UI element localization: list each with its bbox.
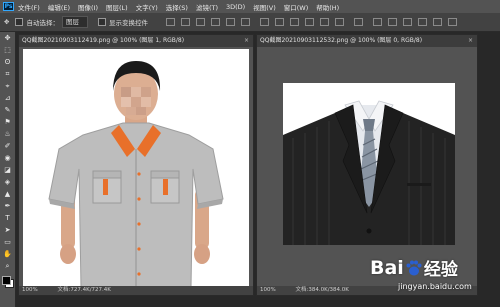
baidu-jingyan-text: 经验 <box>423 260 458 280</box>
photoshop-logo-icon: Ps <box>3 2 14 11</box>
3d-pan-icon[interactable] <box>417 18 427 26</box>
menu-help[interactable]: 帮助(H) <box>316 2 339 12</box>
auto-select-checkbox[interactable] <box>15 18 24 26</box>
document-size-info: 文档:384.0K/384.0K <box>295 287 349 293</box>
history-brush-tool-icon[interactable]: ✐ <box>0 140 15 152</box>
document-title: QQ截图20210903112419.png @ 100% (图层 1, RGB… <box>22 37 185 44</box>
menu-window[interactable]: 窗口(W) <box>284 2 309 12</box>
lasso-tool-icon[interactable]: ʘ <box>0 56 15 68</box>
distribute-left-icon[interactable] <box>304 18 314 26</box>
distribute-top-icon[interactable] <box>259 18 269 26</box>
auto-select-option[interactable]: 自动选择： 图层 <box>15 16 88 28</box>
transform-controls-option[interactable]: 显示变换控件 <box>97 17 148 27</box>
dodge-tool-icon[interactable]: ▲ <box>0 188 15 200</box>
clone-stamp-tool-icon[interactable]: ♨ <box>0 128 15 140</box>
align-right-icon[interactable] <box>240 18 250 26</box>
baidu-paw-icon <box>405 259 423 277</box>
auto-align-icon[interactable] <box>353 18 363 26</box>
zoom-tool-icon[interactable]: ⌕ <box>0 260 15 272</box>
align-middle-icon[interactable] <box>180 18 190 26</box>
rectangle-tool-icon[interactable]: ▭ <box>0 236 15 248</box>
move-tool-icon[interactable]: ✥ <box>0 32 15 44</box>
distribute-bottom-icon[interactable] <box>289 18 299 26</box>
baidu-jingyan-watermark: Bai 经验 jingyan.baidu.com <box>370 255 495 305</box>
menu-bar: Ps 文件(F) 编辑(E) 图像(I) 图层(L) 文字(Y) 选择(S) 滤… <box>0 0 500 13</box>
menu-type[interactable]: 文字(Y) <box>136 2 158 12</box>
type-tool-icon[interactable]: T <box>0 212 15 224</box>
menu-3d[interactable]: 3D(D) <box>226 3 245 11</box>
3d-slide-icon[interactable] <box>432 18 442 26</box>
menu-view[interactable]: 视图(V) <box>253 2 276 12</box>
distribute-center-icon[interactable] <box>319 18 329 26</box>
canvas-2[interactable] <box>283 83 455 245</box>
baidu-brand-text: Bai <box>370 256 404 279</box>
zoom-level[interactable]: 100% <box>260 287 276 293</box>
menu-filter[interactable]: 滤镜(T) <box>196 2 218 12</box>
quick-select-tool-icon[interactable]: ⌗ <box>0 68 15 80</box>
transform-controls-checkbox[interactable] <box>97 18 106 26</box>
hand-tool-icon[interactable]: ✋ <box>0 248 15 260</box>
suit-photo <box>283 100 455 245</box>
align-left-icon[interactable] <box>210 18 220 26</box>
marquee-tool-icon[interactable]: ⬚ <box>0 44 15 56</box>
document-tab-1[interactable]: QQ截图20210903112419.png @ 100% (图层 1, RGB… <box>19 35 253 47</box>
align-bottom-icon[interactable] <box>195 18 205 26</box>
path-select-tool-icon[interactable]: ➤ <box>0 224 15 236</box>
blur-tool-icon[interactable]: ◈ <box>0 176 15 188</box>
3d-rotate-icon[interactable] <box>387 18 397 26</box>
tools-panel: ✥ ⬚ ʘ ⌗ ⌖ ⊿ ✎ ⚑ ♨ ✐ ◉ ◪ ◈ ▲ ✒ T ➤ ▭ ✋ ⌕ <box>0 32 16 307</box>
baidu-url-text: jingyan.baidu.com <box>398 282 472 291</box>
options-bar: ✥ 自动选择： 图层 显示变换控件 <box>0 13 500 32</box>
healing-brush-tool-icon[interactable]: ✎ <box>0 104 15 116</box>
canvas-1[interactable] <box>23 49 249 287</box>
crop-tool-icon[interactable]: ⌖ <box>0 80 15 92</box>
move-tool-icon[interactable]: ✥ <box>4 18 9 26</box>
distribute-right-icon[interactable] <box>334 18 344 26</box>
menu-image[interactable]: 图像(I) <box>78 2 98 12</box>
align-top-icon[interactable] <box>165 18 175 26</box>
document-window-1[interactable]: QQ截图20210903112419.png @ 100% (图层 1, RGB… <box>18 34 254 296</box>
menu-select[interactable]: 选择(S) <box>166 2 188 12</box>
auto-select-label: 自动选择： <box>26 19 59 27</box>
brush-tool-icon[interactable]: ⚑ <box>0 116 15 128</box>
gradient-tool-icon[interactable]: ◪ <box>0 164 15 176</box>
menu-layer[interactable]: 图层(L) <box>106 2 128 12</box>
menu-file[interactable]: 文件(F) <box>18 2 40 12</box>
document-size-info: 文档:727.4K/727.4K <box>57 287 111 293</box>
close-icon[interactable]: × <box>468 35 473 47</box>
3d-scale-icon[interactable] <box>447 18 457 26</box>
document-tab-2[interactable]: QQ截图20210903112532.png @ 100% (图层 0, RGB… <box>257 35 477 47</box>
menu-edit[interactable]: 编辑(E) <box>48 2 70 12</box>
color-swatches[interactable] <box>0 274 15 290</box>
status-bar-1: 100% 文档:727.4K/727.4K <box>19 286 253 295</box>
auto-select-dropdown[interactable]: 图层 <box>61 16 88 28</box>
distribute-middle-icon[interactable] <box>274 18 284 26</box>
3d-mode-icon[interactable] <box>372 18 382 26</box>
document-title: QQ截图20210903112532.png @ 100% (图层 0, RGB… <box>260 37 423 44</box>
close-icon[interactable]: × <box>244 35 249 47</box>
align-center-icon[interactable] <box>225 18 235 26</box>
transform-controls-label: 显示变换控件 <box>108 19 148 27</box>
zoom-level[interactable]: 100% <box>22 287 38 293</box>
3d-roll-icon[interactable] <box>402 18 412 26</box>
foreground-color-swatch[interactable] <box>2 276 11 285</box>
eraser-tool-icon[interactable]: ◉ <box>0 152 15 164</box>
worker-photo <box>48 61 224 287</box>
pen-tool-icon[interactable]: ✒ <box>0 200 15 212</box>
align-icons-group <box>160 18 457 26</box>
eyedropper-tool-icon[interactable]: ⊿ <box>0 92 15 104</box>
